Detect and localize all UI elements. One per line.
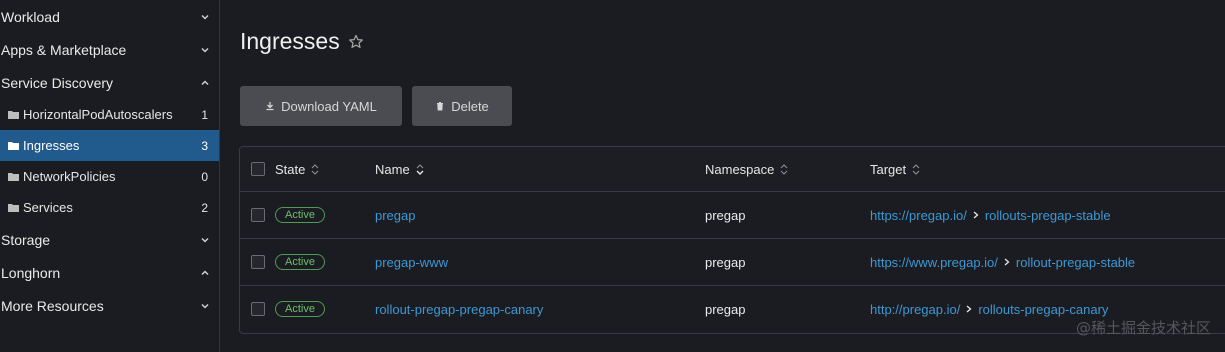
sidebar-group-label: More Resources <box>1 297 104 314</box>
delete-button[interactable]: Delete <box>412 86 512 126</box>
page-title: Ingresses <box>240 28 340 54</box>
status-badge: Active <box>275 207 325 223</box>
star-outline-icon[interactable] <box>348 34 364 50</box>
column-header-state[interactable]: State <box>275 162 375 177</box>
chevron-right-icon <box>966 305 972 313</box>
sidebar-group-label: Storage <box>1 231 51 248</box>
sort-icon <box>780 163 788 175</box>
column-header-namespace[interactable]: Namespace <box>705 162 870 177</box>
row-checkbox[interactable] <box>250 255 265 269</box>
sidebar-item-count: 0 <box>201 169 208 184</box>
sidebar-item-services[interactable]: Services 2 <box>0 192 219 223</box>
row-checkbox[interactable] <box>250 208 265 222</box>
folder-open-icon <box>8 141 19 150</box>
chevron-up-icon <box>199 77 211 89</box>
sidebar-item-count: 3 <box>201 138 208 153</box>
sidebar-group-label: Longhorn <box>1 264 61 281</box>
ingress-name-link[interactable]: rollout-pregap-pregap-canary <box>375 302 543 317</box>
target-service-link[interactable]: rollouts-pregap-canary <box>978 302 1108 317</box>
sidebar-item-label: Ingresses <box>23 138 80 153</box>
column-header-label: Namespace <box>705 161 775 177</box>
table-row[interactable]: Active pregap pregap https://pregap.io/ … <box>240 192 1225 239</box>
sidebar-item-label: HorizontalPodAutoscalers <box>23 107 173 122</box>
sidebar-group-workload[interactable]: Workload <box>0 0 219 33</box>
chevron-up-icon <box>199 267 211 279</box>
delete-label: Delete <box>451 98 489 114</box>
ingresses-table: State Name Namespace Target Active prega… <box>239 146 1225 334</box>
ingress-name-link[interactable]: pregap-www <box>375 255 448 270</box>
sidebar-item-horizontalpodautoscalers[interactable]: HorizontalPodAutoscalers 1 <box>0 99 219 130</box>
target-url-link[interactable]: https://pregap.io/ <box>870 208 967 223</box>
column-header-target[interactable]: Target <box>870 162 1225 177</box>
sidebar-item-count: 1 <box>201 107 208 122</box>
folder-icon <box>8 110 19 119</box>
download-icon <box>265 101 275 111</box>
page-header: Ingresses <box>240 28 364 55</box>
target-service-link[interactable]: rollouts-pregap-stable <box>985 208 1111 223</box>
namespace-value: pregap <box>705 207 746 223</box>
sidebar-group-more-resources[interactable]: More Resources <box>0 289 219 322</box>
namespace-value: pregap <box>705 254 746 270</box>
chevron-down-icon <box>199 234 211 246</box>
row-checkbox[interactable] <box>250 302 265 316</box>
main-content: Ingresses Download YAML Delete State Nam… <box>220 0 1225 352</box>
sidebar-item-count: 2 <box>201 200 208 215</box>
folder-icon <box>8 172 19 181</box>
sidebar-group-label: Service Discovery <box>1 74 114 91</box>
sidebar-group-apps-marketplace[interactable]: Apps & Marketplace <box>0 33 219 66</box>
trash-icon <box>435 101 445 111</box>
column-header-label: State <box>275 161 306 177</box>
table-row[interactable]: Active pregap-www pregap https://www.pre… <box>240 239 1225 286</box>
chevron-right-icon <box>1004 258 1010 266</box>
sidebar-item-label: NetworkPolicies <box>23 169 116 184</box>
sidebar-group-longhorn[interactable]: Longhorn <box>0 256 219 289</box>
sidebar-group-label: Apps & Marketplace <box>1 41 127 58</box>
sidebar-item-ingresses[interactable]: Ingresses 3 <box>0 130 219 161</box>
download-yaml-label: Download YAML <box>281 98 377 114</box>
column-header-label: Target <box>870 161 907 177</box>
target-url-link[interactable]: https://www.pregap.io/ <box>870 255 998 270</box>
column-header-label: Name <box>375 161 410 177</box>
select-all-checkbox[interactable] <box>250 162 265 176</box>
sidebar-item-networkpolicies[interactable]: NetworkPolicies 0 <box>0 161 219 192</box>
ingress-name-link[interactable]: pregap <box>375 208 415 223</box>
status-badge: Active <box>275 254 325 270</box>
sidebar-group-label: Workload <box>1 8 60 25</box>
chevron-down-icon <box>199 300 211 312</box>
table-header: State Name Namespace Target <box>240 147 1225 192</box>
sidebar: Workload Apps & Marketplace Service Disc… <box>0 0 220 352</box>
status-badge: Active <box>275 301 325 317</box>
folder-icon <box>8 203 19 212</box>
chevron-right-icon <box>973 211 979 219</box>
column-header-name[interactable]: Name <box>375 162 705 177</box>
watermark: @稀土掘金技术社区 <box>1075 319 1211 337</box>
sort-desc-icon <box>416 163 424 175</box>
sidebar-group-service-discovery[interactable]: Service Discovery <box>0 66 219 99</box>
target-service-link[interactable]: rollout-pregap-stable <box>1016 255 1135 270</box>
chevron-down-icon <box>199 11 211 23</box>
namespace-value: pregap <box>705 301 746 317</box>
chevron-down-icon <box>199 44 211 56</box>
download-yaml-button[interactable]: Download YAML <box>240 86 402 126</box>
sort-icon <box>912 163 920 175</box>
sidebar-group-storage[interactable]: Storage <box>0 223 219 256</box>
target-url-link[interactable]: http://pregap.io/ <box>870 302 960 317</box>
sidebar-item-label: Services <box>23 200 73 215</box>
sort-icon <box>311 163 319 175</box>
